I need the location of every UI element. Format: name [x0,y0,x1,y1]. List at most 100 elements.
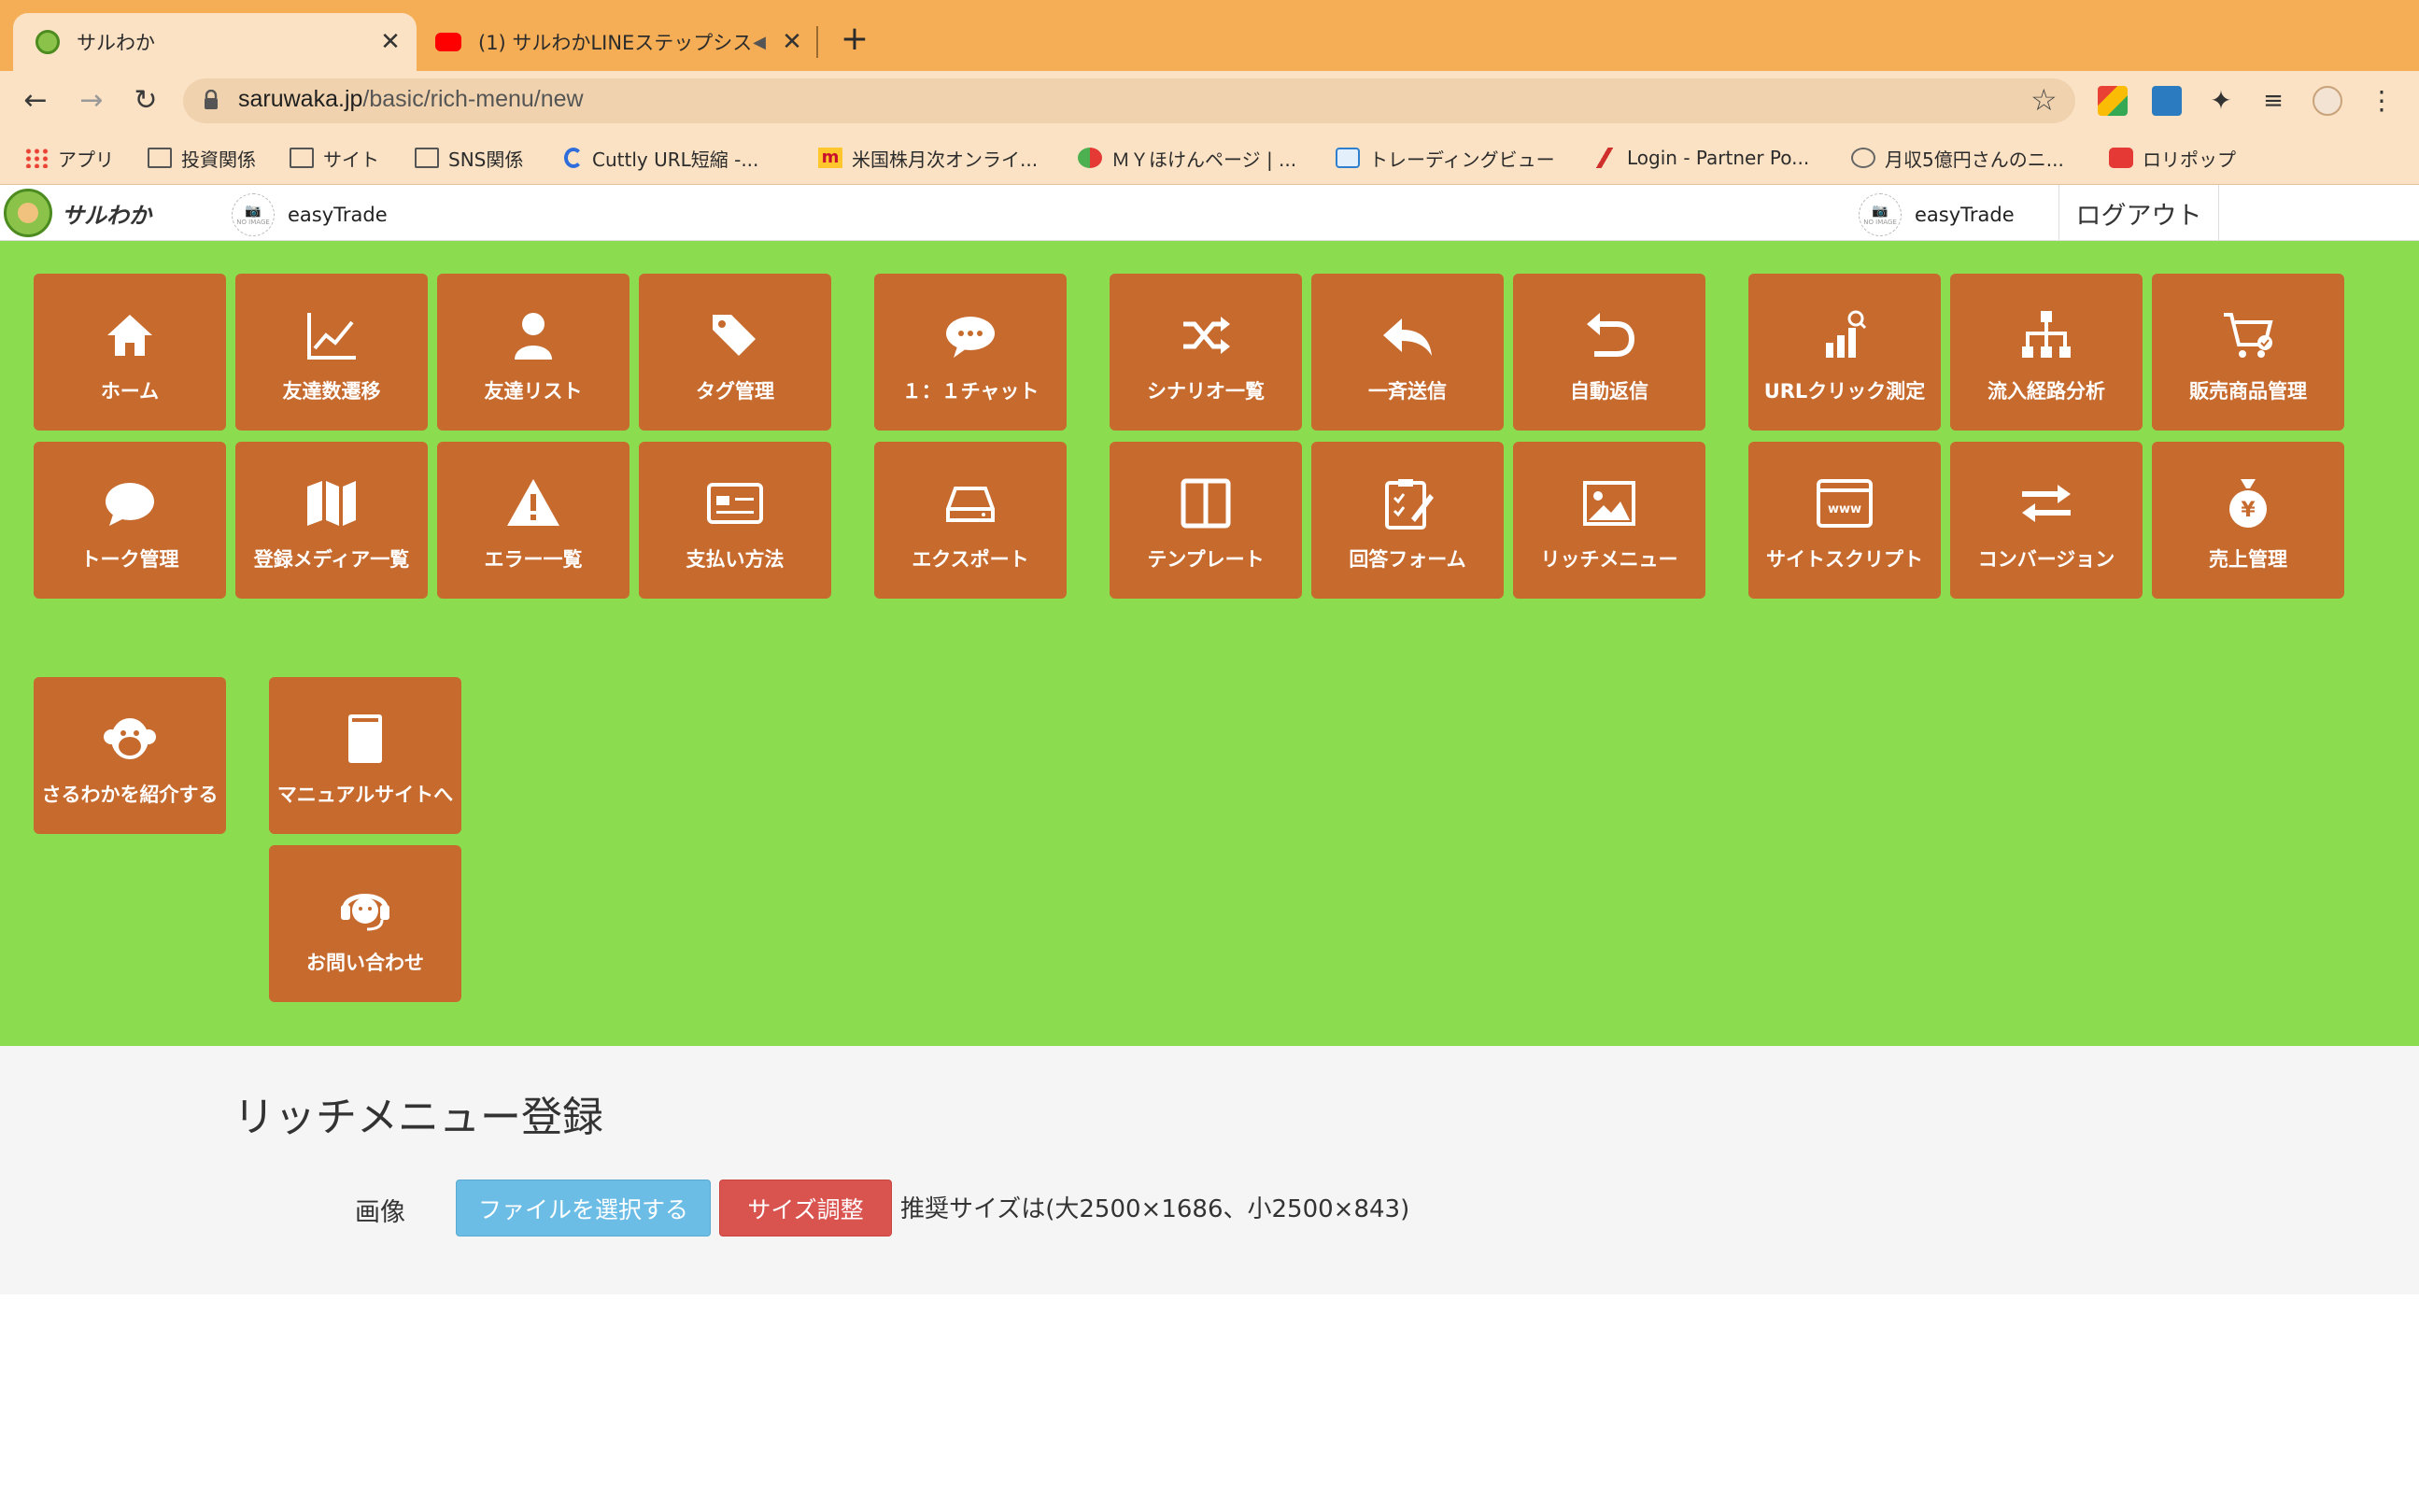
new-tab-button[interactable]: + [836,21,873,58]
media-control-icon[interactable]: ≡ [2258,86,2288,116]
www-browser-icon: www [1817,479,1873,528]
logout-button[interactable]: ログアウト [2058,185,2219,241]
close-icon[interactable]: ✕ [377,28,403,56]
back-icon[interactable]: ← [17,82,54,120]
bookmark-apps[interactable]: アプリ [24,142,114,174]
tab-youtube[interactable]: (1) サルわかLINEステップシス ◀︎ ✕ [417,13,818,71]
speech-bubble-icon [106,483,154,526]
bookmark-label: サイト [323,148,379,171]
image-field-label: 画像 [355,1198,405,1227]
clipboard-edit-icon [1385,479,1434,530]
menu-url-click[interactable]: URLクリック測定 [1748,274,1941,431]
shuffle-icon [1183,317,1230,354]
app-logo[interactable]: サルわか [4,189,151,237]
reload-icon[interactable]: ↻ [127,82,164,120]
hard-drive-icon [946,487,995,522]
bar-chart-search-icon [1826,310,1867,358]
menu-media-list[interactable]: 登録メディア一覧 [235,442,428,599]
menu-friend-trend[interactable]: 友達数遷移 [235,274,428,431]
page-title: リッチメニュー登録 [233,1094,603,1141]
lock-icon[interactable] [204,90,219,110]
close-icon[interactable]: ✕ [779,28,805,56]
url-text[interactable]: saruwaka.jp/basic/rich-menu/new [238,86,584,113]
money-bag-icon: ¥ [2229,479,2267,528]
menu-tag-manage[interactable]: タグ管理 [639,274,831,431]
menu-site-script[interactable]: www サイトスクリプト [1748,442,1941,599]
undo-arrow-icon [1587,313,1635,357]
menu-friend-list[interactable]: 友達リスト [437,274,630,431]
bookmark-label: 月収5億円さんのニ... [1885,148,2064,171]
reply-icon [1383,318,1432,356]
monkey-logo-icon [4,189,52,237]
menu-export[interactable]: エクスポート [874,442,1067,599]
account-switcher-right[interactable]: 📷 NO IMAGE easyTrade [1859,192,2015,237]
menu-home[interactable]: ホーム [34,274,226,431]
menu-manual[interactable]: マニュアルサイトへ [269,677,461,834]
profile-avatar[interactable] [2313,86,2342,116]
account-switcher-left[interactable]: 📷 NO IMAGE easyTrade [232,192,388,237]
menu-sales-manage[interactable]: ¥ 売上管理 [2152,442,2344,599]
headset-support-icon [341,894,389,931]
book-icon [348,714,382,763]
folder-icon [148,148,172,168]
resize-button[interactable]: サイズ調整 [719,1180,892,1236]
menu-chat[interactable]: １：１チャット [874,274,1067,431]
bookmark-label: アプリ [58,148,114,171]
bookmark-partner-portal[interactable]: Login - Partner Po... [1593,142,1809,174]
tab-saruwaka[interactable]: サルわか ✕ [13,13,417,71]
tags-icon [713,315,756,356]
menu-auto-reply[interactable]: 自動返信 [1513,274,1705,431]
bookmark-tradingview[interactable]: トレーディングビュー [1336,142,1555,174]
svg-text:www: www [1828,502,1861,516]
menu-talk-manage[interactable]: トーク管理 [34,442,226,599]
bookmark-folder-investment[interactable]: 投資関係 [148,142,256,174]
muted-speaker-icon[interactable]: ◀︎ [753,33,766,52]
s-extension-icon[interactable] [2152,86,2182,116]
menu-broadcast[interactable]: 一斉送信 [1311,274,1504,431]
puzzle-extensions-icon[interactable]: ✦ [2206,86,2236,116]
menu-template[interactable]: テンプレート [1110,442,1302,599]
menu-inflow-analysis[interactable]: 流入経路分析 [1950,274,2143,431]
bookmark-label: ＭＹほけんページ | ... [1111,148,1297,171]
bookmark-monthly-income[interactable]: 月収5億円さんのニ... [1851,142,2064,174]
lolipop-icon [2109,148,2133,168]
tab-separator [816,26,818,58]
menu-scenario-list[interactable]: シナリオ一覧 [1110,274,1302,431]
bookmark-label: Login - Partner Po... [1627,147,1810,169]
account-name: easyTrade [288,204,388,226]
forward-icon[interactable]: → [73,82,110,120]
shopping-cart-icon [2224,313,2273,358]
bookmark-my-hoken[interactable]: ＭＹほけんページ | ... [1078,142,1296,174]
tab-title: サルわか [77,32,155,54]
bookmark-star-icon[interactable]: ☆ [2030,82,2058,118]
menu-product-manage[interactable]: 販売商品管理 [2152,274,2344,431]
bookmark-folder-sns[interactable]: SNS関係 [415,142,523,174]
youtube-icon [435,33,461,51]
bookmark-label: Cuttly URL短縮 -... [592,148,759,171]
bookmark-cuttly[interactable]: Cuttly URL短縮 -... [564,142,758,174]
color-extension-icon[interactable] [2098,86,2128,116]
menu-rich-menu[interactable]: リッチメニュー [1513,442,1705,599]
menu-error-list[interactable]: エラー一覧 [437,442,630,599]
bookmark-us-stocks[interactable]: m 米国株月次オンライ... [818,142,1038,174]
bookmark-lolipop[interactable]: ロリポップ [2109,142,2236,174]
bookmark-label: 米国株月次オンライ... [852,148,1039,171]
exchange-arrows-icon [2022,485,2071,522]
menu-contact[interactable]: お問い合わせ [269,845,461,1002]
monkey-icon [104,718,156,759]
no-image-avatar: 📷 NO IMAGE [232,193,275,236]
menu-introduce[interactable]: さるわかを紹介する [34,677,226,834]
apps-grid-icon [24,148,49,168]
more-menu-icon[interactable]: ⋮ [2367,86,2397,116]
globe-icon [1851,148,1875,168]
map-icon [307,481,356,526]
menu-answer-form[interactable]: 回答フォーム [1311,442,1504,599]
partner-icon [1593,148,1618,168]
logo-text: サルわか [62,202,151,229]
sitemap-icon [2022,311,2071,358]
menu-payment[interactable]: 支払い方法 [639,442,831,599]
bookmark-folder-site[interactable]: サイト [290,142,379,174]
menu-conversion[interactable]: コンバージョン [1950,442,2143,599]
choose-file-button[interactable]: ファイルを選択する [456,1180,711,1236]
mcdonalds-icon: m [818,148,842,168]
